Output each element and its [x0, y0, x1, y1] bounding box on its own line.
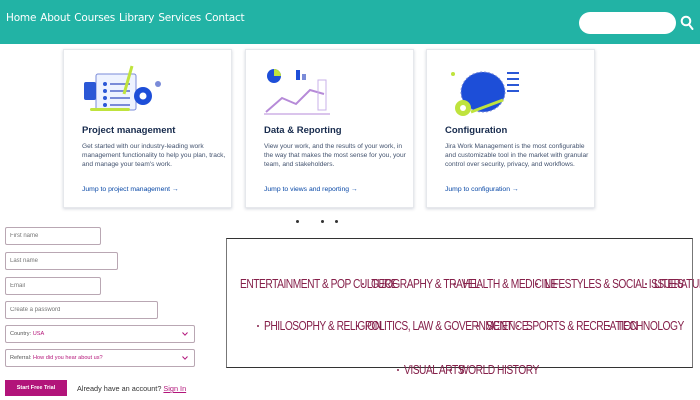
card-description: Jira Work Management is the most configu…	[445, 143, 589, 168]
category-link[interactable]: TECHNOLOGY	[617, 319, 684, 333]
bullet-separator	[397, 369, 399, 371]
sign-in-link[interactable]: Sign In	[163, 384, 186, 393]
feature-card-data-reporting: Data & Reporting View your work, and the…	[245, 49, 414, 208]
categories-row: ENTERTAINMENT & POP CULTURE GEOGRAPHY & …	[240, 277, 700, 291]
carousel-dot[interactable]	[335, 220, 338, 223]
referral-label: Referral:	[10, 355, 32, 361]
country-select[interactable]: Country: USA	[5, 325, 195, 343]
nav-library-link[interactable]: Library	[119, 12, 155, 24]
bullet-separator	[257, 325, 259, 327]
configuration-illustration-icon	[451, 71, 519, 116]
categories-row: VISUAL ARTS WORLD HISTORY	[397, 363, 539, 377]
category-link[interactable]: HEALTH & MEDICINE	[463, 277, 557, 291]
account-prompt-text: Already have an account?	[77, 384, 162, 393]
country-label: Country:	[10, 331, 32, 337]
card-description: Get started with our industry-leading wo…	[82, 143, 226, 168]
categories-row: PHILOSOPHY & RELIGION POLITICS, LAW & GO…	[257, 319, 684, 333]
feature-card-project-management: Project management Get started with our …	[63, 49, 232, 208]
referral-select[interactable]: Referral: How did you hear about us?	[5, 349, 195, 367]
account-prompt: Already have an account? Sign In	[77, 384, 186, 393]
category-link[interactable]: GEOGRAPHY & TRAVEL	[371, 277, 480, 291]
card-title: Project management	[82, 125, 176, 136]
jump-to-configuration-link[interactable]: Jump to configuration →	[445, 186, 519, 193]
top-navbar: Home About Courses Library Services Cont…	[0, 0, 700, 44]
search-icon[interactable]	[680, 15, 694, 31]
category-link[interactable]: ENTERTAINMENT & POP CULTURE	[240, 277, 398, 291]
jump-to-views-and-reporting-link[interactable]: Jump to views and reporting →	[264, 186, 358, 193]
category-link[interactable]: SCIENCE	[486, 319, 529, 333]
nav-courses-link[interactable]: Courses	[74, 12, 115, 24]
nav-contact-link[interactable]: Contact	[205, 12, 245, 24]
chevron-down-icon	[182, 356, 188, 360]
project-management-illustration-icon	[84, 65, 161, 111]
jump-to-project-management-link[interactable]: Jump to project management →	[82, 186, 179, 193]
category-link[interactable]: POLITICS, LAW & GOVERNMENT	[365, 319, 513, 333]
nav-about-link[interactable]: About	[40, 12, 70, 24]
feature-card-configuration: Configuration Jira Work Management is th…	[426, 49, 595, 208]
referral-value: How did you hear about us?	[33, 355, 103, 361]
categories-box	[226, 238, 693, 368]
start-free-trial-button[interactable]: Start Free Trial	[5, 380, 67, 396]
card-title: Configuration	[445, 125, 508, 136]
nav-home-link[interactable]: Home	[6, 12, 36, 24]
email-field[interactable]	[5, 277, 101, 295]
data-reporting-illustration-icon	[264, 69, 330, 115]
category-link[interactable]: LIFESTYLES & SOCIAL ISSUES	[545, 277, 684, 291]
main-nav: Home About Courses Library Services Cont…	[6, 12, 245, 24]
nav-services-link[interactable]: Services	[158, 12, 201, 24]
category-link[interactable]: SPORTS & RECREATION	[526, 319, 638, 333]
carousel-dot[interactable]	[321, 220, 324, 223]
last-name-field[interactable]	[5, 252, 118, 270]
password-field[interactable]	[5, 301, 158, 319]
carousel-dot[interactable]	[296, 220, 299, 223]
category-link[interactable]: PHILOSOPHY & RELIGION	[264, 319, 382, 333]
search-input[interactable]	[579, 12, 676, 34]
category-link[interactable]: VISUAL ARTS	[404, 363, 465, 377]
card-description: View your work, and the results of your …	[264, 143, 406, 168]
category-link[interactable]: WORLD HISTORY	[459, 363, 539, 377]
country-value: USA	[32, 331, 45, 337]
category-link[interactable]: LITERATURE	[654, 277, 700, 291]
chevron-down-icon	[182, 332, 188, 336]
card-title: Data & Reporting	[264, 125, 342, 136]
first-name-field[interactable]	[5, 227, 101, 245]
